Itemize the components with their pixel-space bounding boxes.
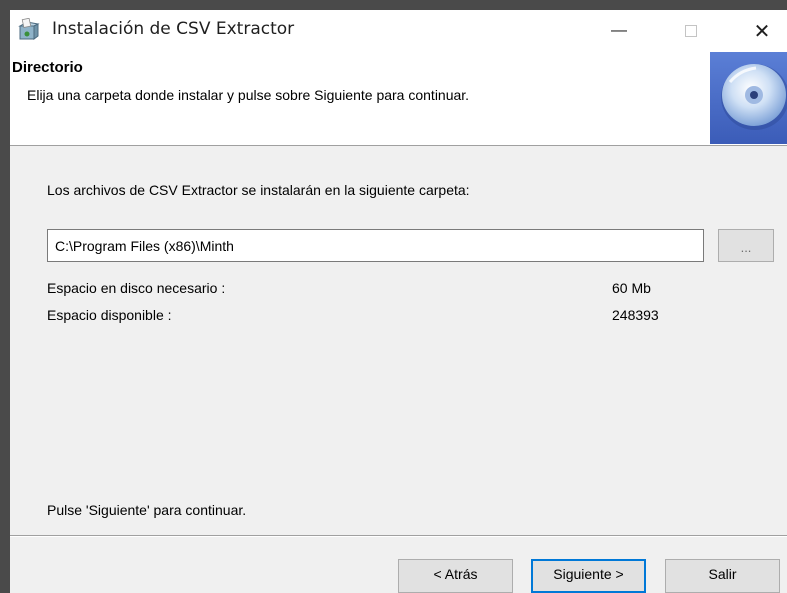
minimize-button[interactable]: — xyxy=(593,10,645,52)
header-title: Directorio xyxy=(12,59,83,76)
maximize-icon xyxy=(685,25,697,37)
next-button[interactable]: Siguiente > xyxy=(531,559,646,593)
installer-window: Instalación de CSV Extractor — ✕ Directo… xyxy=(0,0,787,593)
install-path-input[interactable] xyxy=(47,229,704,262)
cd-disc-icon xyxy=(710,52,787,144)
browse-button[interactable]: ... xyxy=(718,229,774,262)
install-location-message: Los archivos de CSV Extractor se instala… xyxy=(47,182,470,198)
window-frame-left xyxy=(0,0,10,593)
window-frame-top xyxy=(0,0,787,10)
back-button[interactable]: < Atrás xyxy=(398,559,513,593)
continue-hint: Pulse 'Siguiente' para continuar. xyxy=(47,502,247,518)
window-title: Instalación de CSV Extractor xyxy=(52,19,295,39)
available-space-label: Espacio disponible : xyxy=(47,307,172,323)
exit-button[interactable]: Salir xyxy=(665,559,780,593)
installer-box-icon xyxy=(18,18,40,40)
required-space-label: Espacio en disco necesario : xyxy=(47,280,226,296)
minimize-icon: — xyxy=(611,22,627,39)
required-space-value: 60 Mb xyxy=(612,280,651,296)
close-icon: ✕ xyxy=(753,20,771,43)
footer-divider xyxy=(10,535,787,537)
close-button[interactable]: ✕ xyxy=(736,10,787,52)
available-space-value: 248393 xyxy=(612,307,659,323)
header-description: Elija una carpeta donde instalar y pulse… xyxy=(27,87,470,103)
title-bar[interactable]: Instalación de CSV Extractor — ✕ xyxy=(10,10,787,52)
maximize-button[interactable] xyxy=(665,10,717,52)
header-panel: Directorio Elija una carpeta donde insta… xyxy=(10,52,787,146)
